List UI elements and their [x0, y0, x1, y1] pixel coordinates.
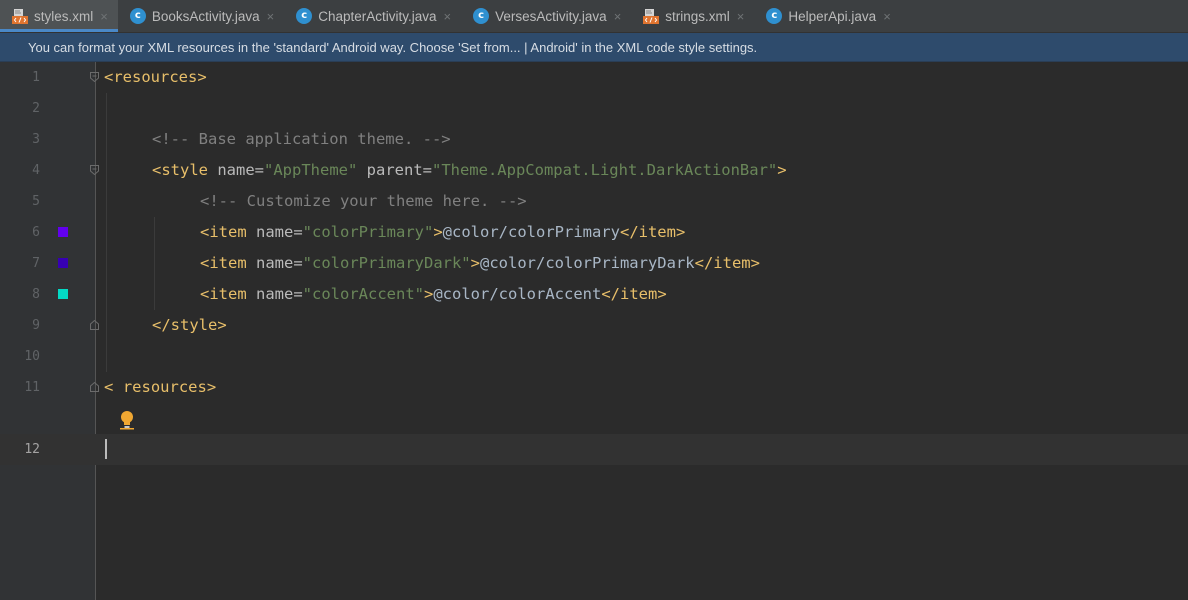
editor-tab-bar: styles.xml × c BooksActivity.java × c ChapterA…: [0, 0, 1188, 33]
code-line[interactable]: 9 </style>: [0, 310, 1188, 341]
line-number: 4: [32, 163, 40, 178]
tab-label: styles.xml: [34, 8, 94, 24]
color-swatch-accent[interactable]: [58, 289, 68, 299]
code-text: <item name="colorPrimaryDark">@color/col…: [200, 254, 760, 272]
close-tab-icon[interactable]: ×: [737, 9, 745, 24]
close-tab-icon[interactable]: ×: [614, 9, 622, 24]
close-tab-icon[interactable]: ×: [444, 9, 452, 24]
code-line[interactable]: 8 <item name="colorAccent">@color/colorA…: [0, 279, 1188, 310]
code-text: <item name="colorAccent">@color/colorAcc…: [200, 285, 667, 303]
code-line[interactable]: 2: [0, 93, 1188, 124]
line-number: 1: [32, 70, 40, 85]
code-line[interactable]: 1 <resources>: [0, 62, 1188, 93]
fold-marker-icon[interactable]: [89, 164, 100, 176]
line-number: 2: [32, 101, 40, 116]
notification-text: You can format your XML resources in the…: [28, 39, 758, 55]
tab-label: VersesActivity.java: [495, 8, 607, 24]
code-text: <!-- Customize your theme here. -->: [200, 192, 527, 210]
tab-label: BooksActivity.java: [151, 8, 260, 24]
editor-tab[interactable]: strings.xml ×: [631, 0, 754, 32]
editor-tab[interactable]: c BooksActivity.java ×: [118, 0, 284, 32]
java-class-icon: c: [766, 8, 783, 24]
code-editor[interactable]: 1 <resources> 2 3 <!-- Base application …: [0, 62, 1188, 600]
editor-tab[interactable]: c ChapterActivity.java ×: [284, 0, 461, 32]
fold-end-marker-icon[interactable]: [89, 381, 100, 393]
java-class-icon: c: [473, 8, 490, 24]
code-line[interactable]: 11 < resources>: [0, 372, 1188, 403]
code-text: <!-- Base application theme. -->: [152, 130, 451, 148]
java-class-icon: c: [129, 8, 146, 24]
editor-tab[interactable]: styles.xml ×: [0, 0, 118, 32]
line-number: 10: [24, 349, 40, 364]
code-text: <resources>: [104, 68, 207, 86]
code-text: <resources>: [104, 378, 217, 396]
close-tab-icon[interactable]: ×: [883, 9, 891, 24]
color-swatch-primary-dark[interactable]: [58, 258, 68, 268]
code-text: </style>: [152, 316, 227, 334]
fold-end-marker-icon[interactable]: [89, 319, 100, 331]
text-caret: [105, 439, 107, 459]
line-number: 12: [24, 442, 40, 457]
line-number: 9: [32, 318, 40, 333]
line-number: 11: [24, 380, 40, 395]
code-line[interactable]: 10: [0, 341, 1188, 372]
editor-tab[interactable]: c VersesActivity.java ×: [461, 0, 631, 32]
java-class-icon: c: [296, 8, 313, 24]
close-tab-icon[interactable]: ×: [100, 9, 108, 24]
code-text: <item name="colorPrimary">@color/colorPr…: [200, 223, 686, 241]
line-number: 7: [32, 256, 40, 271]
fold-marker-icon[interactable]: [89, 71, 100, 83]
code-line[interactable]: 4 <style name="AppTheme" parent="Theme.A…: [0, 155, 1188, 186]
xml-format-notification: You can format your XML resources in the…: [0, 33, 1188, 62]
code-line[interactable]: 6 <item name="colorPrimary">@color/color…: [0, 217, 1188, 248]
current-code-line[interactable]: 12: [0, 434, 1188, 465]
line-number: 6: [32, 225, 40, 240]
line-number: 8: [32, 287, 40, 302]
tab-label: ChapterActivity.java: [318, 8, 437, 24]
xml-file-icon: [12, 9, 28, 24]
line-number: 3: [32, 132, 40, 147]
color-swatch-primary[interactable]: [58, 227, 68, 237]
line-number: 5: [32, 194, 40, 209]
tab-label: strings.xml: [665, 8, 730, 24]
tab-label: HelperApi.java: [788, 8, 877, 24]
editor-tab[interactable]: c HelperApi.java ×: [754, 0, 900, 32]
code-text: <style name="AppTheme" parent="Theme.App…: [152, 161, 787, 179]
code-line[interactable]: 3 <!-- Base application theme. -->: [0, 124, 1188, 155]
code-line[interactable]: 7 <item name="colorPrimaryDark">@color/c…: [0, 248, 1188, 279]
xml-file-icon: [643, 9, 660, 24]
close-tab-icon[interactable]: ×: [267, 9, 275, 24]
code-line[interactable]: 5 <!-- Customize your theme here. -->: [0, 186, 1188, 217]
intention-bulb-icon[interactable]: [118, 409, 136, 431]
